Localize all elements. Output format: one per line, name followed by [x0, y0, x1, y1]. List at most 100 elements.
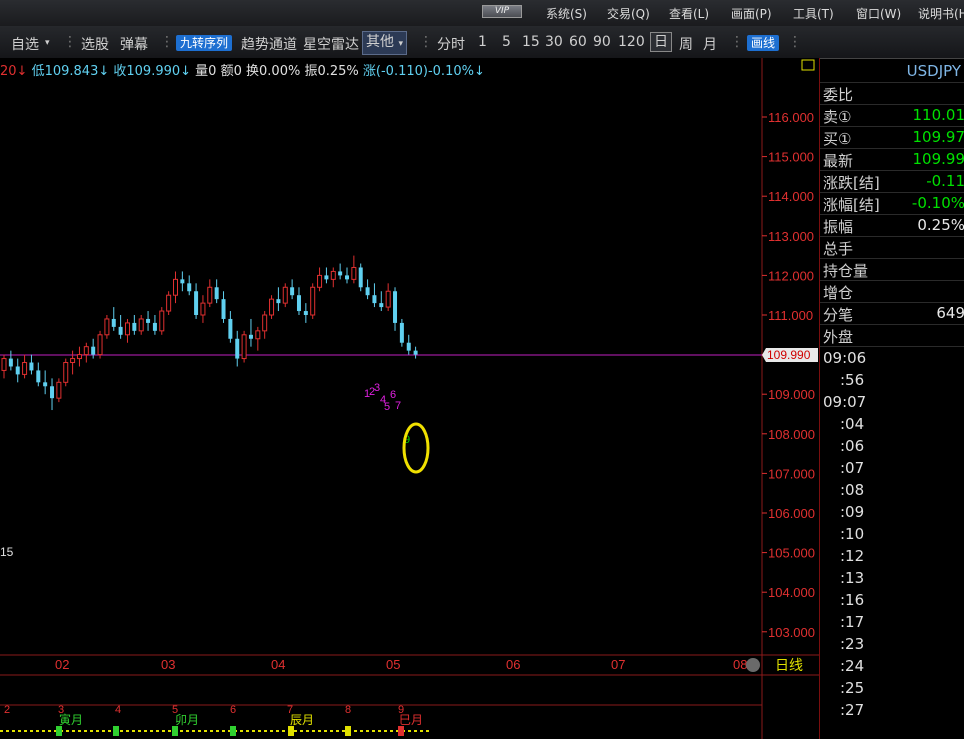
toolbar: 自选 ▾ ⋮ 选股 弹幕 ⋮ 九转序列 趋势通道 星空雷达 其他 ▾ ⋮ 分时 … — [0, 26, 964, 59]
candle-body — [413, 350, 418, 355]
quote-row-value: -0.11 — [926, 172, 964, 190]
quote-row-label: 持仓量 — [823, 262, 869, 280]
day-button[interactable]: 日 — [650, 32, 672, 52]
separator-icon: ⋮ — [160, 34, 174, 50]
candle-body — [241, 334, 247, 360]
trend-channel-button[interactable]: 趋势通道 — [241, 34, 297, 54]
candle-body — [365, 287, 370, 296]
tick-time: :06 — [840, 437, 865, 455]
intraday-button[interactable]: 分时 — [437, 34, 465, 54]
scroll-handle-icon[interactable] — [746, 658, 760, 672]
separator-icon: ⋮ — [788, 34, 802, 50]
tick-time: :16 — [840, 591, 865, 609]
calendar-marker — [345, 726, 351, 736]
calendar-marker — [172, 726, 178, 736]
candle-body — [70, 358, 76, 364]
quote-row-value: 649 — [936, 304, 964, 322]
candle-body — [255, 330, 261, 340]
draw-line-button[interactable]: 画线 — [747, 35, 780, 51]
candle-body — [214, 287, 219, 300]
quote-row: 外盘 — [820, 324, 964, 347]
calendar-marker — [398, 726, 404, 736]
candle-body — [200, 302, 206, 316]
candle-body — [146, 318, 151, 323]
candle-body — [63, 362, 69, 383]
price-tick-label: 116.000 — [768, 110, 814, 125]
period-30-button[interactable]: 30 — [545, 34, 563, 50]
menu-bar: VIP 系统(S) 交易(Q) 查看(L) 画面(P) 工具(T) 窗口(W) … — [0, 0, 964, 26]
menu-tools[interactable]: 工具(T) — [793, 5, 834, 22]
quote-row-label: 最新 — [823, 152, 854, 170]
period-90-button[interactable]: 90 — [593, 34, 611, 50]
popup-button[interactable]: 弹幕 — [120, 34, 148, 54]
period-120-button[interactable]: 120 — [618, 34, 645, 50]
bottom-number: 8 — [345, 704, 351, 716]
month-label-mao: 卯月 — [175, 713, 199, 727]
quote-row: 买① 109.97 — [820, 126, 964, 149]
quote-row-value: 109.99 — [912, 150, 964, 168]
period-60-button[interactable]: 60 — [569, 34, 587, 50]
tick-time: :08 — [840, 481, 865, 499]
quote-row-label: 增仓 — [823, 284, 854, 302]
menu-view[interactable]: 查看(L) — [669, 5, 709, 22]
menu-system[interactable]: 系统(S) — [546, 5, 587, 22]
candle-body — [138, 318, 144, 332]
radar-button[interactable]: 星空雷达 — [303, 34, 359, 54]
other-label: 其他 — [366, 34, 394, 50]
menu-screen[interactable]: 画面(P) — [731, 5, 772, 22]
tick-time: :17 — [840, 613, 865, 631]
tick-time: :07 — [840, 459, 865, 477]
price-tick-label: 107.000 — [768, 466, 815, 481]
separator-icon: ⋮ — [63, 34, 77, 50]
time-tick-03: 03 — [161, 657, 175, 672]
price-tick-label: 105.000 — [768, 546, 815, 561]
tick-time: :23 — [840, 635, 865, 653]
candle-body — [124, 322, 130, 336]
candle-body — [228, 318, 233, 339]
menu-trade[interactable]: 交易(Q) — [607, 5, 650, 22]
candle-body — [358, 267, 363, 288]
candle-body — [8, 358, 13, 367]
candle-body — [282, 286, 288, 304]
calendar-marker — [113, 726, 119, 736]
stock-pick-button[interactable]: 选股 — [81, 34, 109, 54]
favorites-button[interactable]: 自选 — [11, 34, 39, 54]
period-label[interactable]: 日线 — [775, 658, 803, 674]
tick-time: :04 — [840, 415, 865, 433]
month-label-chen: 辰月 — [290, 713, 314, 727]
quote-row: 分笔 649 — [820, 302, 964, 325]
period-1-button[interactable]: 1 — [478, 34, 487, 50]
candle-body — [399, 322, 404, 343]
week-button[interactable]: 周 — [679, 34, 693, 54]
candle-body — [351, 266, 357, 280]
candle-body — [43, 382, 48, 387]
menu-window[interactable]: 窗口(W) — [856, 5, 901, 22]
period-15-button[interactable]: 15 — [522, 34, 540, 50]
favorites-dropdown-icon[interactable]: ▾ — [45, 38, 50, 48]
candle-body — [187, 283, 192, 292]
quote-row: 卖① 110.01 — [820, 104, 964, 127]
price-tag: 109.990 — [762, 347, 818, 362]
month-label-si: 巳月 — [399, 713, 423, 727]
candle-body — [248, 334, 253, 339]
period-5-button[interactable]: 5 — [502, 34, 511, 50]
vip-badge[interactable]: VIP — [482, 5, 522, 18]
tick-time: :12 — [840, 547, 865, 565]
info-amount: 额0 — [220, 64, 242, 79]
time-tick-02: 02 — [55, 657, 69, 672]
info-amplitude: 振0.25% — [304, 64, 359, 79]
other-dropdown[interactable]: 其他 ▾ — [362, 31, 407, 55]
time-tick-06: 06 — [506, 657, 520, 672]
candle-body — [345, 275, 349, 280]
info-low: 低109.843↓ — [31, 64, 110, 79]
month-button[interactable]: 月 — [703, 34, 717, 54]
symbol-label[interactable]: USDJPY — [907, 62, 961, 80]
tick-time: :24 — [840, 657, 865, 675]
candle-body — [385, 290, 391, 308]
menu-help[interactable]: 说明书(H) — [918, 5, 964, 22]
quote-row-label: 委比 — [823, 86, 854, 104]
candle-body — [317, 274, 323, 288]
quote-row-label: 振幅 — [823, 218, 854, 236]
nine-turn-button[interactable]: 九转序列 — [176, 35, 233, 51]
price-tick-label: 112.000 — [768, 268, 814, 283]
